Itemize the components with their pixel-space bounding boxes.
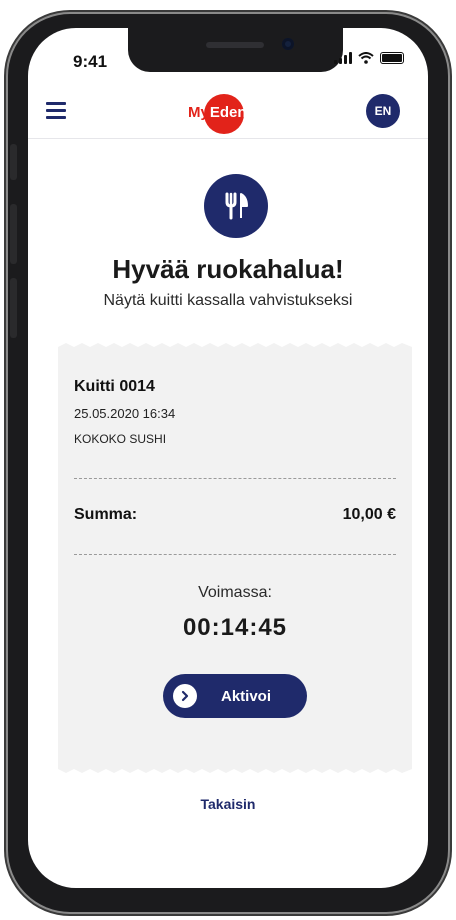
- status-icons: [334, 52, 404, 64]
- volume-down-button: [10, 278, 17, 338]
- receipt-zigzag-top: [58, 343, 412, 351]
- status-time: 9:41: [73, 52, 108, 71]
- receipt-divider: [74, 478, 396, 479]
- chevron-right-icon: [173, 684, 197, 708]
- receipt-divider: [74, 554, 396, 555]
- receipt-date: 25.05.2020 16:34: [74, 406, 176, 421]
- app-header: My Edenred EN: [28, 88, 428, 152]
- app-screen: 9:41 My Edenred EN Hyvää ruokahalua! Näy…: [28, 28, 428, 888]
- my-edenred-logo: My Edenred: [188, 93, 270, 134]
- signal-icon: [334, 52, 352, 64]
- header-divider: [28, 138, 428, 139]
- mute-switch: [10, 144, 17, 180]
- language-button[interactable]: EN: [366, 94, 400, 128]
- countdown-timer: 00:14:45: [182, 614, 288, 641]
- valid-label: Voimassa:: [198, 584, 272, 601]
- cutlery-icon: [204, 174, 268, 238]
- receipt-card: Kuitti 0014 25.05.2020 16:34 KOKOKO SUSH…: [58, 343, 412, 773]
- front-camera: [282, 38, 294, 50]
- hamburger-menu-icon[interactable]: [46, 102, 66, 119]
- sum-value: 10,00 €: [342, 506, 396, 523]
- speaker: [206, 42, 264, 48]
- notch: [128, 28, 343, 72]
- page-title: Hyvää ruokahalua!: [112, 254, 344, 284]
- sum-label: Summa:: [74, 506, 138, 523]
- battery-icon: [380, 52, 404, 64]
- back-link[interactable]: Takaisin: [28, 796, 428, 812]
- receipt-zigzag-bottom: [58, 765, 412, 773]
- activate-label: Aktivoi: [221, 687, 272, 705]
- wifi-icon: [358, 52, 374, 64]
- logo-edenred-text: Edenred: [209, 103, 270, 121]
- receipt-title: Kuitti 0014: [74, 378, 155, 395]
- activate-button[interactable]: Aktivoi: [163, 674, 307, 718]
- volume-up-button: [10, 204, 17, 264]
- receipt-shop: KOKOKO SUSHI: [74, 432, 167, 446]
- page-subtitle: Näytä kuitti kassalla vahvistukseksi: [103, 292, 353, 309]
